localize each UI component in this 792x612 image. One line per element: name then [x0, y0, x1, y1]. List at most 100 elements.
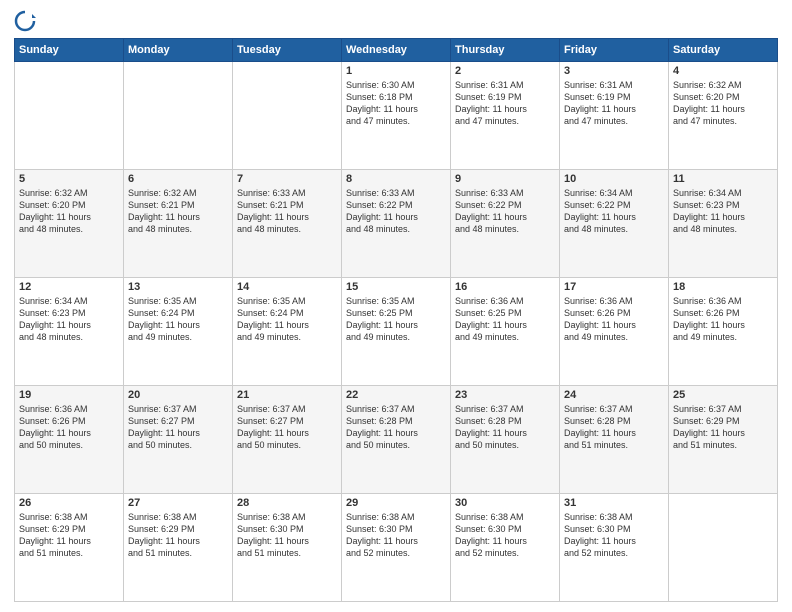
day-info: Sunrise: 6:33 AM Sunset: 6:22 PM Dayligh…: [346, 187, 446, 236]
day-info: Sunrise: 6:37 AM Sunset: 6:27 PM Dayligh…: [237, 403, 337, 452]
calendar-cell: 16 Sunrise: 6:36 AM Sunset: 6:25 PM Dayli…: [451, 278, 560, 386]
day-number: 17: [564, 281, 664, 293]
calendar-cell: 31 Sunrise: 6:38 AM Sunset: 6:30 PM Dayli…: [560, 494, 669, 602]
day-number: 26: [19, 497, 119, 509]
weekday-header-tuesday: Tuesday: [233, 39, 342, 62]
calendar-cell: 30 Sunrise: 6:38 AM Sunset: 6:30 PM Dayli…: [451, 494, 560, 602]
calendar-cell: [669, 494, 778, 602]
day-info: Sunrise: 6:37 AM Sunset: 6:29 PM Dayligh…: [673, 403, 773, 452]
calendar-cell: 26 Sunrise: 6:38 AM Sunset: 6:29 PM Dayli…: [15, 494, 124, 602]
day-number: 12: [19, 281, 119, 293]
calendar-cell: 14 Sunrise: 6:35 AM Sunset: 6:24 PM Dayli…: [233, 278, 342, 386]
weekday-header-wednesday: Wednesday: [342, 39, 451, 62]
day-info: Sunrise: 6:37 AM Sunset: 6:28 PM Dayligh…: [455, 403, 555, 452]
calendar-cell: 8Sunrise: 6:33 AM Sunset: 6:22 PM Daylig…: [342, 170, 451, 278]
calendar-cell: 12 Sunrise: 6:34 AM Sunset: 6:23 PM Dayli…: [15, 278, 124, 386]
week-row-4: 19 Sunrise: 6:36 AM Sunset: 6:26 PM Dayli…: [15, 386, 778, 494]
weekday-header-sunday: Sunday: [15, 39, 124, 62]
calendar-cell: [124, 62, 233, 170]
day-number: 31: [564, 497, 664, 509]
calendar-table: SundayMondayTuesdayWednesdayThursdayFrid…: [14, 38, 778, 602]
day-info: Sunrise: 6:36 AM Sunset: 6:26 PM Dayligh…: [564, 295, 664, 344]
day-info: Sunrise: 6:30 AM Sunset: 6:18 PM Dayligh…: [346, 79, 446, 128]
day-info: Sunrise: 6:32 AM Sunset: 6:20 PM Dayligh…: [673, 79, 773, 128]
day-info: Sunrise: 6:34 AM Sunset: 6:23 PM Dayligh…: [19, 295, 119, 344]
weekday-header-saturday: Saturday: [669, 39, 778, 62]
day-info: Sunrise: 6:35 AM Sunset: 6:25 PM Dayligh…: [346, 295, 446, 344]
calendar-cell: 1 Sunrise: 6:30 AM Sunset: 6:18 PM Daylig…: [342, 62, 451, 170]
day-number: 16: [455, 281, 555, 293]
calendar-cell: 9 Sunrise: 6:33 AM Sunset: 6:22 PM Daylig…: [451, 170, 560, 278]
day-info: Sunrise: 6:38 AM Sunset: 6:30 PM Dayligh…: [455, 511, 555, 560]
calendar-cell: 21 Sunrise: 6:37 AM Sunset: 6:27 PM Dayli…: [233, 386, 342, 494]
day-info: Sunrise: 6:32 AM Sunset: 6:20 PM Dayligh…: [19, 187, 119, 236]
calendar-cell: 5 Sunrise: 6:32 AM Sunset: 6:20 PM Daylig…: [15, 170, 124, 278]
calendar-cell: 11Sunrise: 6:34 AM Sunset: 6:23 PM Dayli…: [669, 170, 778, 278]
day-number: 29: [346, 497, 446, 509]
day-number: 30: [455, 497, 555, 509]
day-info: Sunrise: 6:38 AM Sunset: 6:30 PM Dayligh…: [564, 511, 664, 560]
day-info: Sunrise: 6:37 AM Sunset: 6:28 PM Dayligh…: [564, 403, 664, 452]
day-info: Sunrise: 6:34 AM Sunset: 6:23 PM Dayligh…: [673, 187, 773, 236]
day-number: 22: [346, 389, 446, 401]
weekday-header-monday: Monday: [124, 39, 233, 62]
day-info: Sunrise: 6:35 AM Sunset: 6:24 PM Dayligh…: [237, 295, 337, 344]
day-info: Sunrise: 6:32 AM Sunset: 6:21 PM Dayligh…: [128, 187, 228, 236]
calendar-cell: 17 Sunrise: 6:36 AM Sunset: 6:26 PM Dayli…: [560, 278, 669, 386]
calendar-cell: [233, 62, 342, 170]
day-number: 5: [19, 173, 119, 185]
day-number: 3: [564, 65, 664, 77]
header: [14, 10, 778, 32]
day-info: Sunrise: 6:37 AM Sunset: 6:27 PM Dayligh…: [128, 403, 228, 452]
day-info: Sunrise: 6:33 AM Sunset: 6:21 PM Dayligh…: [237, 187, 337, 236]
calendar-cell: 13Sunrise: 6:35 AM Sunset: 6:24 PM Dayli…: [124, 278, 233, 386]
calendar-cell: 25 Sunrise: 6:37 AM Sunset: 6:29 PM Dayli…: [669, 386, 778, 494]
day-number: 15: [346, 281, 446, 293]
day-number: 7: [237, 173, 337, 185]
calendar-cell: 20 Sunrise: 6:37 AM Sunset: 6:27 PM Dayli…: [124, 386, 233, 494]
day-number: 20: [128, 389, 228, 401]
weekday-header-friday: Friday: [560, 39, 669, 62]
calendar-cell: 3 Sunrise: 6:31 AM Sunset: 6:19 PM Daylig…: [560, 62, 669, 170]
calendar-cell: 22 Sunrise: 6:37 AM Sunset: 6:28 PM Dayli…: [342, 386, 451, 494]
calendar-cell: 18Sunrise: 6:36 AM Sunset: 6:26 PM Dayli…: [669, 278, 778, 386]
day-number: 2: [455, 65, 555, 77]
day-number: 21: [237, 389, 337, 401]
calendar-cell: 7 Sunrise: 6:33 AM Sunset: 6:21 PM Daylig…: [233, 170, 342, 278]
calendar-cell: 27 Sunrise: 6:38 AM Sunset: 6:29 PM Dayli…: [124, 494, 233, 602]
day-info: Sunrise: 6:38 AM Sunset: 6:29 PM Dayligh…: [128, 511, 228, 560]
day-info: Sunrise: 6:34 AM Sunset: 6:22 PM Dayligh…: [564, 187, 664, 236]
week-row-1: 1 Sunrise: 6:30 AM Sunset: 6:18 PM Daylig…: [15, 62, 778, 170]
day-number: 27: [128, 497, 228, 509]
week-row-5: 26 Sunrise: 6:38 AM Sunset: 6:29 PM Dayli…: [15, 494, 778, 602]
calendar-cell: 15 Sunrise: 6:35 AM Sunset: 6:25 PM Dayli…: [342, 278, 451, 386]
calendar-cell: 6 Sunrise: 6:32 AM Sunset: 6:21 PM Daylig…: [124, 170, 233, 278]
day-info: Sunrise: 6:36 AM Sunset: 6:25 PM Dayligh…: [455, 295, 555, 344]
day-info: Sunrise: 6:38 AM Sunset: 6:29 PM Dayligh…: [19, 511, 119, 560]
day-number: 9: [455, 173, 555, 185]
day-info: Sunrise: 6:31 AM Sunset: 6:19 PM Dayligh…: [564, 79, 664, 128]
calendar-cell: 2Sunrise: 6:31 AM Sunset: 6:19 PM Daylig…: [451, 62, 560, 170]
calendar-cell: [15, 62, 124, 170]
week-row-3: 12 Sunrise: 6:34 AM Sunset: 6:23 PM Dayli…: [15, 278, 778, 386]
day-number: 1: [346, 65, 446, 77]
day-number: 4: [673, 65, 773, 77]
day-number: 23: [455, 389, 555, 401]
calendar-cell: 28Sunrise: 6:38 AM Sunset: 6:30 PM Dayli…: [233, 494, 342, 602]
day-number: 10: [564, 173, 664, 185]
logo: [14, 10, 38, 32]
day-info: Sunrise: 6:35 AM Sunset: 6:24 PM Dayligh…: [128, 295, 228, 344]
day-number: 6: [128, 173, 228, 185]
day-info: Sunrise: 6:33 AM Sunset: 6:22 PM Dayligh…: [455, 187, 555, 236]
weekday-header-row: SundayMondayTuesdayWednesdayThursdayFrid…: [15, 39, 778, 62]
day-info: Sunrise: 6:37 AM Sunset: 6:28 PM Dayligh…: [346, 403, 446, 452]
calendar-cell: 4 Sunrise: 6:32 AM Sunset: 6:20 PM Daylig…: [669, 62, 778, 170]
day-info: Sunrise: 6:36 AM Sunset: 6:26 PM Dayligh…: [19, 403, 119, 452]
day-number: 14: [237, 281, 337, 293]
day-info: Sunrise: 6:38 AM Sunset: 6:30 PM Dayligh…: [346, 511, 446, 560]
calendar-cell: 19 Sunrise: 6:36 AM Sunset: 6:26 PM Dayli…: [15, 386, 124, 494]
day-number: 19: [19, 389, 119, 401]
day-number: 24: [564, 389, 664, 401]
day-number: 25: [673, 389, 773, 401]
day-number: 18: [673, 281, 773, 293]
